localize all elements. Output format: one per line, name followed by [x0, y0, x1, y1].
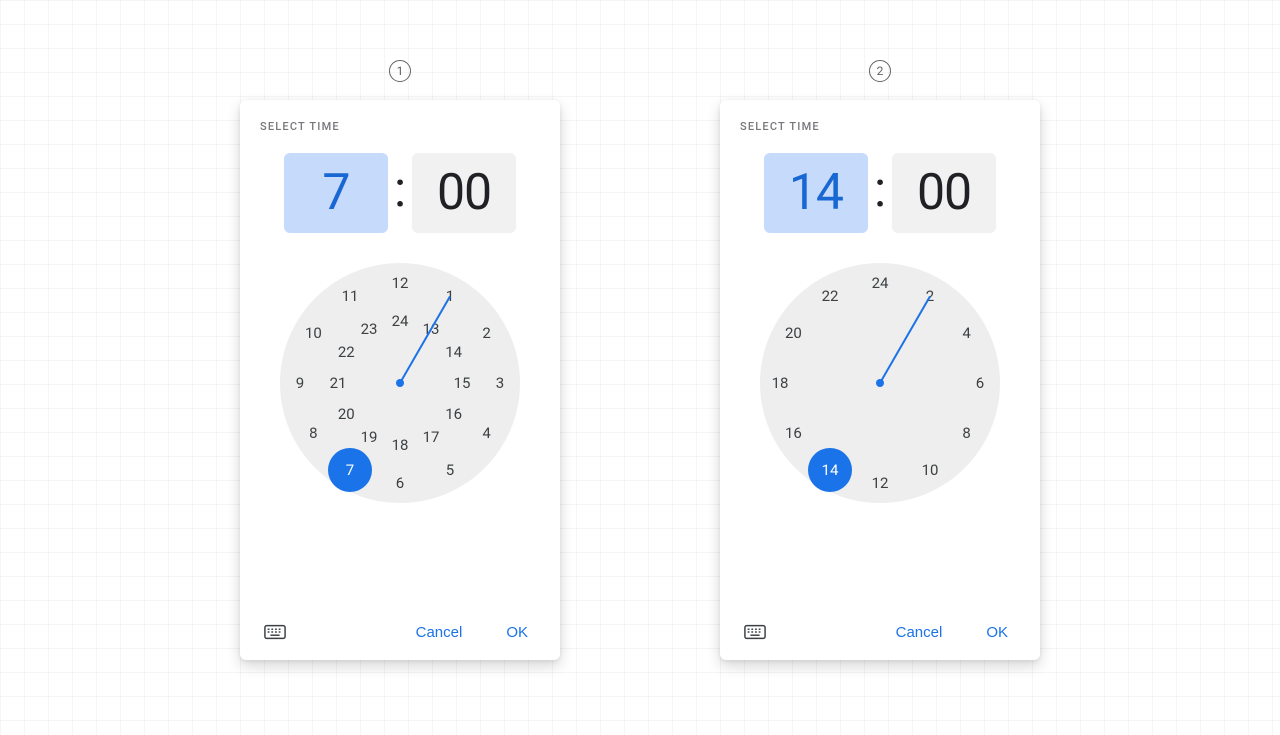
clock-number[interactable]: 9	[296, 374, 304, 392]
clock-number[interactable]: 10	[305, 324, 322, 342]
clock-selector-thumb[interactable]: 14	[808, 448, 852, 492]
dialog-footer: Cancel OK	[740, 604, 1020, 660]
cancel-button[interactable]: Cancel	[408, 620, 471, 645]
clock-number[interactable]: 8	[309, 424, 317, 442]
example-column-2: 2 SELECT TIME 14 : 00 242468101214161820…	[720, 60, 1040, 660]
clock-number[interactable]: 16	[445, 405, 462, 423]
clock-number[interactable]: 4	[482, 424, 490, 442]
clock-center-dot	[396, 379, 404, 387]
clock-number[interactable]: 21	[330, 374, 347, 392]
clock-hand	[879, 296, 931, 384]
clock-number[interactable]: 22	[338, 343, 355, 361]
clock-hand	[399, 296, 451, 384]
clock-number[interactable]: 10	[922, 461, 939, 479]
clock-number[interactable]: 20	[785, 324, 802, 342]
keyboard-icon[interactable]	[264, 624, 286, 640]
clock-wrap: 1212345678910112413141516171819202122237	[260, 263, 540, 604]
clock-number[interactable]: 6	[396, 474, 404, 492]
minute-field[interactable]: 00	[412, 153, 516, 233]
clock-number[interactable]: 14	[445, 343, 462, 361]
clock-wrap: 2424681012141618202214	[740, 263, 1020, 604]
clock-number[interactable]: 5	[446, 461, 454, 479]
footer-actions: Cancel OK	[888, 620, 1016, 645]
clock-number[interactable]: 6	[976, 374, 984, 392]
dialog-title: SELECT TIME	[260, 120, 540, 133]
stage: 1 SELECT TIME 7 : 00 1212345678910112413…	[0, 0, 1280, 735]
minute-field[interactable]: 00	[892, 153, 996, 233]
example-badge: 1	[389, 60, 411, 82]
cancel-button[interactable]: Cancel	[888, 620, 951, 645]
clock-number[interactable]: 18	[772, 374, 789, 392]
clock-number[interactable]: 24	[872, 274, 889, 292]
clock-number[interactable]: 20	[338, 405, 355, 423]
clock-number[interactable]: 17	[423, 428, 440, 446]
clock-number[interactable]: 11	[342, 287, 359, 305]
time-picker-dialog: SELECT TIME 7 : 00 121234567891011241314…	[240, 100, 560, 660]
hour-field[interactable]: 7	[284, 153, 388, 233]
clock-number[interactable]: 8	[962, 424, 970, 442]
clock-number[interactable]: 23	[361, 320, 378, 338]
clock-number[interactable]: 24	[392, 312, 409, 330]
clock-selector-thumb[interactable]: 7	[328, 448, 372, 492]
clock-number[interactable]: 15	[454, 374, 471, 392]
clock-number[interactable]: 3	[496, 374, 504, 392]
clock-number[interactable]: 12	[392, 274, 409, 292]
hour-field[interactable]: 14	[764, 153, 868, 233]
time-picker-dialog: SELECT TIME 14 : 00 24246810121416182022…	[720, 100, 1040, 660]
example-badge: 2	[869, 60, 891, 82]
time-colon: :	[392, 161, 408, 225]
keyboard-icon[interactable]	[744, 624, 766, 640]
clock-face[interactable]: 2424681012141618202214	[760, 263, 1000, 503]
time-display-row: 14 : 00	[740, 153, 1020, 233]
ok-button[interactable]: OK	[498, 620, 536, 645]
example-column-1: 1 SELECT TIME 7 : 00 1212345678910112413…	[240, 60, 560, 660]
clock-number[interactable]: 19	[361, 428, 378, 446]
clock-number[interactable]: 4	[962, 324, 970, 342]
ok-button[interactable]: OK	[978, 620, 1016, 645]
clock-number[interactable]: 12	[872, 474, 889, 492]
clock-number[interactable]: 18	[392, 436, 409, 454]
time-colon: :	[872, 161, 888, 225]
clock-number[interactable]: 22	[822, 287, 839, 305]
footer-actions: Cancel OK	[408, 620, 536, 645]
dialog-footer: Cancel OK	[260, 604, 540, 660]
clock-center-dot	[876, 379, 884, 387]
dialog-title: SELECT TIME	[740, 120, 1020, 133]
clock-number[interactable]: 2	[482, 324, 490, 342]
clock-number[interactable]: 16	[785, 424, 802, 442]
time-display-row: 7 : 00	[260, 153, 540, 233]
clock-face[interactable]: 1212345678910112413141516171819202122237	[280, 263, 520, 503]
